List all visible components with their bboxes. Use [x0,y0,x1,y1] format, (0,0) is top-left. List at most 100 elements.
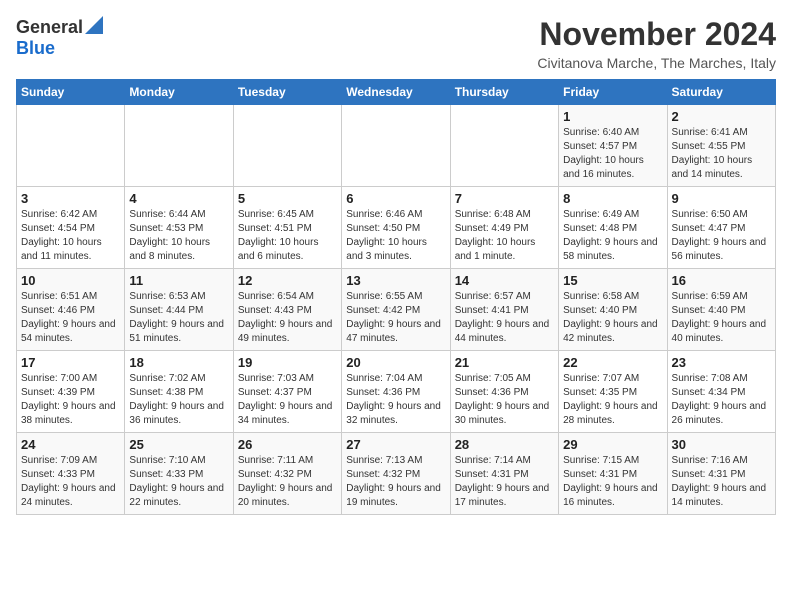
day-info: Sunrise: 6:53 AM Sunset: 4:44 PM Dayligh… [129,290,228,346]
day-info: Sunrise: 7:10 AM Sunset: 4:33 PM Dayligh… [129,454,228,510]
day-number: 27 [346,437,445,452]
calendar-cell: 10 Sunrise: 6:51 AM Sunset: 4:46 PM Dayli… [17,269,125,351]
calendar-cell: 3 Sunrise: 6:42 AM Sunset: 4:54 PM Daylig… [17,187,125,269]
day-header-friday: Friday [559,80,667,105]
day-info: Sunrise: 6:44 AM Sunset: 4:53 PM Dayligh… [129,208,228,264]
calendar-cell: 12 Sunrise: 6:54 AM Sunset: 4:43 PM Dayli… [233,269,341,351]
calendar-cell: 21Sunrise: 7:05 AM Sunset: 4:36 PM Dayli… [450,351,558,433]
calendar-cell [125,105,233,187]
day-number: 3 [21,191,120,206]
calendar-cell: 7Sunrise: 6:48 AM Sunset: 4:49 PM Daylig… [450,187,558,269]
day-number: 30 [672,437,771,452]
calendar-cell: 30 Sunrise: 7:16 AM Sunset: 4:31 PM Dayli… [667,433,775,515]
day-number: 4 [129,191,228,206]
day-info: Sunrise: 6:48 AM Sunset: 4:49 PM Dayligh… [455,208,554,264]
calendar-cell: 27 Sunrise: 7:13 AM Sunset: 4:32 PM Dayli… [342,433,450,515]
calendar-cell: 17Sunrise: 7:00 AM Sunset: 4:39 PM Dayli… [17,351,125,433]
calendar-cell: 28 Sunrise: 7:14 AM Sunset: 4:31 PM Dayli… [450,433,558,515]
calendar-cell: 25 Sunrise: 7:10 AM Sunset: 4:33 PM Dayli… [125,433,233,515]
day-number: 24 [21,437,120,452]
day-number: 11 [129,273,228,288]
calendar-cell [450,105,558,187]
calendar-week-2: 3 Sunrise: 6:42 AM Sunset: 4:54 PM Daylig… [17,187,776,269]
day-info: Sunrise: 7:08 AM Sunset: 4:34 PM Dayligh… [672,372,771,428]
calendar-cell: 14 Sunrise: 6:57 AM Sunset: 4:41 PM Dayli… [450,269,558,351]
days-header-row: SundayMondayTuesdayWednesdayThursdayFrid… [17,80,776,105]
day-info: Sunrise: 7:04 AM Sunset: 4:36 PM Dayligh… [346,372,445,428]
day-number: 2 [672,109,771,124]
calendar-cell: 23 Sunrise: 7:08 AM Sunset: 4:34 PM Dayli… [667,351,775,433]
day-info: Sunrise: 6:46 AM Sunset: 4:50 PM Dayligh… [346,208,445,264]
day-info: Sunrise: 6:50 AM Sunset: 4:47 PM Dayligh… [672,208,771,264]
day-number: 22 [563,355,662,370]
logo-triangle-icon [85,16,103,34]
day-number: 15 [563,273,662,288]
day-number: 28 [455,437,554,452]
calendar-cell: 18Sunrise: 7:02 AM Sunset: 4:38 PM Dayli… [125,351,233,433]
calendar-week-3: 10 Sunrise: 6:51 AM Sunset: 4:46 PM Dayli… [17,269,776,351]
day-number: 10 [21,273,120,288]
calendar-cell: 19Sunrise: 7:03 AM Sunset: 4:37 PM Dayli… [233,351,341,433]
day-number: 25 [129,437,228,452]
day-header-thursday: Thursday [450,80,558,105]
day-number: 13 [346,273,445,288]
calendar-cell: 8 Sunrise: 6:49 AM Sunset: 4:48 PM Daylig… [559,187,667,269]
logo-general-text: General [16,18,83,38]
location: Civitanova Marche, The Marches, Italy [537,55,776,71]
day-number: 12 [238,273,337,288]
day-number: 9 [672,191,771,206]
day-info: Sunrise: 7:14 AM Sunset: 4:31 PM Dayligh… [455,454,554,510]
calendar-cell: 6 Sunrise: 6:46 AM Sunset: 4:50 PM Daylig… [342,187,450,269]
day-number: 20 [346,355,445,370]
day-info: Sunrise: 6:59 AM Sunset: 4:40 PM Dayligh… [672,290,771,346]
calendar-cell: 2 Sunrise: 6:41 AM Sunset: 4:55 PM Daylig… [667,105,775,187]
calendar-cell: 1Sunrise: 6:40 AM Sunset: 4:57 PM Daylig… [559,105,667,187]
day-info: Sunrise: 7:03 AM Sunset: 4:37 PM Dayligh… [238,372,337,428]
day-number: 1 [563,109,662,124]
day-info: Sunrise: 6:51 AM Sunset: 4:46 PM Dayligh… [21,290,120,346]
day-number: 18 [129,355,228,370]
day-header-tuesday: Tuesday [233,80,341,105]
day-info: Sunrise: 6:58 AM Sunset: 4:40 PM Dayligh… [563,290,662,346]
day-header-saturday: Saturday [667,80,775,105]
day-info: Sunrise: 6:41 AM Sunset: 4:55 PM Dayligh… [672,126,771,182]
day-info: Sunrise: 7:11 AM Sunset: 4:32 PM Dayligh… [238,454,337,510]
day-number: 6 [346,191,445,206]
calendar-cell: 15 Sunrise: 6:58 AM Sunset: 4:40 PM Dayli… [559,269,667,351]
calendar-week-1: 1Sunrise: 6:40 AM Sunset: 4:57 PM Daylig… [17,105,776,187]
day-number: 26 [238,437,337,452]
calendar-cell: 29Sunrise: 7:15 AM Sunset: 4:31 PM Dayli… [559,433,667,515]
day-info: Sunrise: 6:49 AM Sunset: 4:48 PM Dayligh… [563,208,662,264]
calendar-cell: 5Sunrise: 6:45 AM Sunset: 4:51 PM Daylig… [233,187,341,269]
header: General Blue November 2024 Civitanova Ma… [16,16,776,71]
calendar-cell [342,105,450,187]
logo-blue-text: Blue [16,39,55,59]
day-info: Sunrise: 6:45 AM Sunset: 4:51 PM Dayligh… [238,208,337,264]
calendar-cell: 24 Sunrise: 7:09 AM Sunset: 4:33 PM Dayli… [17,433,125,515]
calendar-week-5: 24 Sunrise: 7:09 AM Sunset: 4:33 PM Dayli… [17,433,776,515]
day-number: 16 [672,273,771,288]
day-info: Sunrise: 7:05 AM Sunset: 4:36 PM Dayligh… [455,372,554,428]
calendar-week-4: 17Sunrise: 7:00 AM Sunset: 4:39 PM Dayli… [17,351,776,433]
day-info: Sunrise: 6:54 AM Sunset: 4:43 PM Dayligh… [238,290,337,346]
calendar-cell: 26 Sunrise: 7:11 AM Sunset: 4:32 PM Dayli… [233,433,341,515]
calendar-cell: 16 Sunrise: 6:59 AM Sunset: 4:40 PM Dayli… [667,269,775,351]
calendar-cell: 4 Sunrise: 6:44 AM Sunset: 4:53 PM Daylig… [125,187,233,269]
title-area: November 2024 Civitanova Marche, The Mar… [537,16,776,71]
day-header-monday: Monday [125,80,233,105]
day-info: Sunrise: 6:42 AM Sunset: 4:54 PM Dayligh… [21,208,120,264]
calendar-table: SundayMondayTuesdayWednesdayThursdayFrid… [16,79,776,515]
day-info: Sunrise: 7:09 AM Sunset: 4:33 PM Dayligh… [21,454,120,510]
day-info: Sunrise: 6:57 AM Sunset: 4:41 PM Dayligh… [455,290,554,346]
day-info: Sunrise: 7:16 AM Sunset: 4:31 PM Dayligh… [672,454,771,510]
day-number: 8 [563,191,662,206]
calendar-cell: 20 Sunrise: 7:04 AM Sunset: 4:36 PM Dayli… [342,351,450,433]
day-info: Sunrise: 6:55 AM Sunset: 4:42 PM Dayligh… [346,290,445,346]
calendar-cell: 11 Sunrise: 6:53 AM Sunset: 4:44 PM Dayli… [125,269,233,351]
day-number: 14 [455,273,554,288]
day-number: 29 [563,437,662,452]
day-info: Sunrise: 7:07 AM Sunset: 4:35 PM Dayligh… [563,372,662,428]
day-info: Sunrise: 7:00 AM Sunset: 4:39 PM Dayligh… [21,372,120,428]
day-info: Sunrise: 7:13 AM Sunset: 4:32 PM Dayligh… [346,454,445,510]
day-number: 23 [672,355,771,370]
